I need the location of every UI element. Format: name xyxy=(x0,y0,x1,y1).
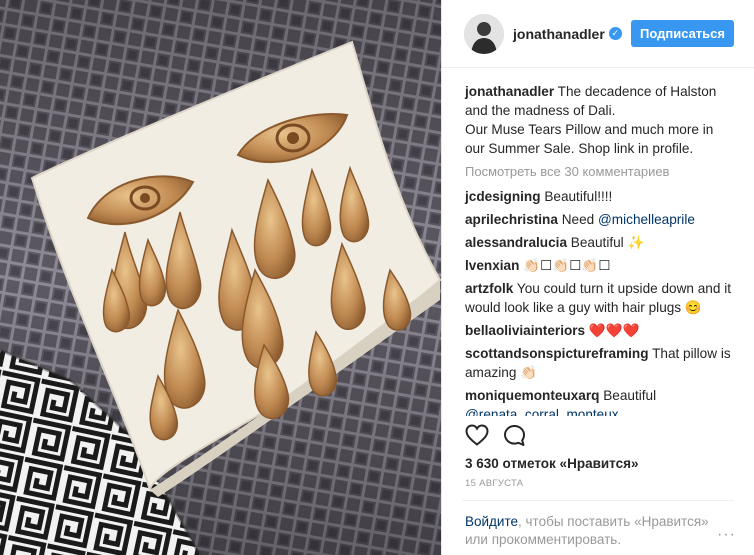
comment-username[interactable]: aprilechristina xyxy=(465,212,558,227)
comment-username[interactable]: scottandsonspictureframing xyxy=(465,346,649,361)
comments-list: jonathanadler The decadence of Halston a… xyxy=(442,68,754,416)
comment-item: bellaoliviainteriors ❤️❤️❤️ xyxy=(465,321,734,340)
post-actions xyxy=(465,424,526,447)
comment-mention-link[interactable]: @michelleaprile xyxy=(598,212,695,227)
post-author-username[interactable]: jonathanadler xyxy=(513,26,605,42)
avatar-photo-icon xyxy=(464,13,504,54)
post-date: 15 АВГУСТА xyxy=(465,478,524,489)
login-prompt: Войдите, чтобы поставить «Нравится» или … xyxy=(465,513,720,549)
post-header: jonathanadler ✓ Подписаться xyxy=(442,0,754,68)
pillow-image xyxy=(0,0,441,555)
verified-badge-icon: ✓ xyxy=(608,27,622,40)
comment-item: lvenxian 👏🏻☐👏🏻☐👏🏻☐ xyxy=(465,256,734,275)
comment-item: aprilechristina Need @michelleaprile xyxy=(465,210,734,229)
divider xyxy=(462,500,734,501)
post-photo[interactable] xyxy=(0,0,441,555)
comment-bubble-icon xyxy=(504,425,525,446)
follow-button[interactable]: Подписаться xyxy=(630,20,734,47)
post-side-panel: jonathanadler ✓ Подписаться jonathanadle… xyxy=(441,0,754,555)
comment-item: moniquemonteuxarq Beautiful @renata_corr… xyxy=(465,386,734,416)
heart-icon xyxy=(465,424,489,446)
comment-button[interactable] xyxy=(503,424,526,447)
comment-username[interactable]: jcdesigning xyxy=(465,189,541,204)
comment-item: artzfolk You could turn it upside down a… xyxy=(465,279,734,317)
comment-text: Need xyxy=(561,212,598,227)
comment-username[interactable]: lvenxian xyxy=(465,258,519,273)
comment-item: alessandralucia Beautiful ✨ xyxy=(465,233,734,252)
view-all-comments-link[interactable]: Посмотреть все 30 комментариев xyxy=(465,162,734,181)
comment-text: ❤️❤️❤️ xyxy=(588,323,640,338)
comment-text: Beautiful!!!! xyxy=(544,189,613,204)
comment-username[interactable]: artzfolk xyxy=(465,281,513,296)
comment-item: jcdesigning Beautiful!!!! xyxy=(465,187,734,206)
likes-count[interactable]: 3 630 отметок «Нравится» xyxy=(465,456,639,471)
comment-item: scottandsonspictureframing That pillow i… xyxy=(465,344,734,382)
login-link[interactable]: Войдите xyxy=(465,514,518,529)
avatar[interactable] xyxy=(464,13,504,54)
comment-username[interactable]: alessandralucia xyxy=(465,235,567,250)
caption-username[interactable]: jonathanadler xyxy=(465,84,554,99)
comment-text: Beautiful xyxy=(603,388,657,403)
comment-text: 👏🏻☐👏🏻☐👏🏻☐ xyxy=(523,258,611,273)
comment-username[interactable]: bellaoliviainteriors xyxy=(465,323,585,338)
comment-mention-link[interactable]: @renata_corral_monteux xyxy=(465,407,619,416)
comment-text: Beautiful ✨ xyxy=(570,235,645,250)
more-options-icon[interactable]: ··· xyxy=(717,526,736,544)
post-caption: jonathanadler The decadence of Halston a… xyxy=(465,82,734,158)
comment-username[interactable]: moniquemonteuxarq xyxy=(465,388,599,403)
like-button[interactable] xyxy=(465,424,489,447)
